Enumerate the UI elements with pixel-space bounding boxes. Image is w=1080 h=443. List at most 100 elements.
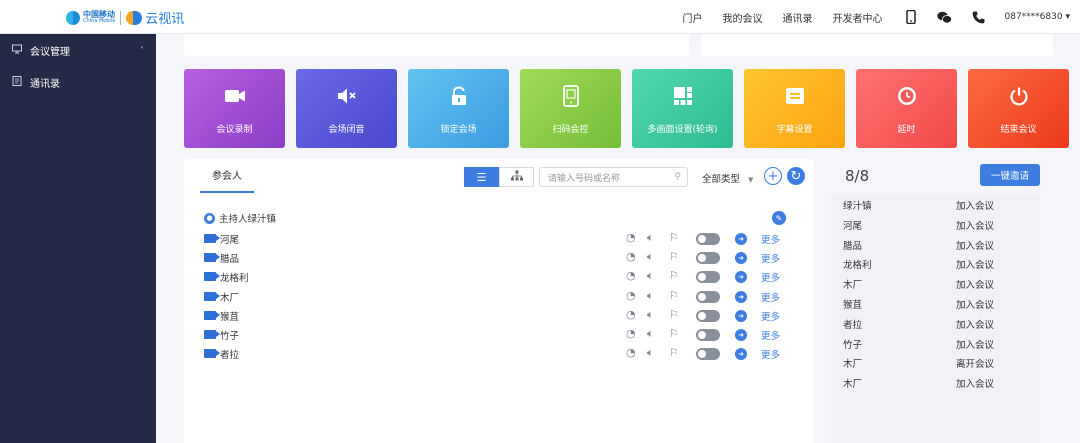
exit-icon[interactable]: ➜ bbox=[735, 328, 747, 341]
camera-icon bbox=[204, 253, 220, 263]
host-settings-icon[interactable]: ✎ bbox=[772, 211, 786, 225]
mic-toggle[interactable] bbox=[696, 271, 720, 284]
pin-icon[interactable]: ⚐ bbox=[669, 346, 679, 359]
camera-icon bbox=[204, 272, 220, 282]
mobile-icon[interactable] bbox=[903, 9, 919, 25]
participant-row: 河尾 ◔ 🔈︎ ⚐ ➜ 更多 bbox=[184, 230, 814, 249]
mic-toggle[interactable] bbox=[696, 233, 720, 245]
more-link[interactable]: 更多 bbox=[761, 309, 780, 323]
chevron-down-icon: ▾ bbox=[1065, 12, 1070, 22]
more-link[interactable]: 更多 bbox=[761, 290, 780, 304]
exit-icon[interactable]: ➜ bbox=[735, 290, 747, 303]
pin-icon[interactable]: ⚐ bbox=[669, 308, 679, 321]
speaker-icon[interactable]: 🔈︎ bbox=[647, 308, 654, 322]
toggle-knob bbox=[698, 254, 706, 263]
more-link[interactable]: 更多 bbox=[761, 328, 780, 342]
tile-multi-screen[interactable]: 多画面设置(轮询) bbox=[632, 69, 733, 148]
speaker-icon[interactable]: 🔈︎ bbox=[647, 346, 654, 360]
tile-label: 会议录制 bbox=[216, 125, 253, 135]
yunshixun-icon bbox=[126, 10, 143, 25]
mic-toggle[interactable] bbox=[696, 328, 720, 341]
video-toggle-icon[interactable]: ◔ bbox=[626, 269, 636, 282]
speaker-icon[interactable]: 🔈︎ bbox=[647, 289, 654, 303]
search-input[interactable]: 请输入号码或名称 ⚲ bbox=[539, 167, 688, 187]
phone-icon[interactable] bbox=[971, 9, 987, 25]
tile-subtitle[interactable]: 字幕设置 bbox=[744, 69, 845, 148]
more-link[interactable]: 更多 bbox=[761, 347, 780, 361]
video-toggle-icon[interactable]: ◔ bbox=[626, 289, 636, 302]
list-view-button[interactable]: ☰ bbox=[464, 167, 499, 187]
status-name: 猴苴 bbox=[843, 299, 863, 311]
tree-view-button[interactable] bbox=[499, 167, 534, 187]
status-text: 加入会议 bbox=[956, 319, 995, 331]
refresh-button[interactable]: ↻ bbox=[787, 167, 805, 185]
sidebar-item-label: 通讯录 bbox=[30, 78, 60, 90]
tile-end-meeting[interactable]: 结束会议 bbox=[968, 69, 1069, 148]
wechat-icon[interactable] bbox=[937, 9, 953, 25]
speaker-icon[interactable]: 🔈︎ bbox=[647, 327, 654, 341]
nav-developer-center[interactable]: 开发者中心 bbox=[833, 10, 883, 25]
status-text: 离开会议 bbox=[956, 359, 995, 371]
speaker-icon[interactable]: 🔈︎ bbox=[647, 231, 654, 245]
tile-record[interactable]: 会议录制 bbox=[184, 69, 285, 148]
subtitle-icon bbox=[784, 86, 806, 106]
speaker-icon[interactable]: 🔈︎ bbox=[647, 250, 654, 264]
exit-icon[interactable]: ➜ bbox=[735, 252, 747, 265]
sidebar-item-conference-management[interactable]: 会议管理 ˅ bbox=[0, 34, 156, 66]
tile-mute-all[interactable]: 会场闭音 bbox=[296, 69, 397, 148]
tab-participants[interactable]: 参会人 bbox=[200, 169, 254, 193]
video-toggle-icon[interactable]: ◔ bbox=[626, 346, 636, 359]
pin-icon[interactable]: ⚐ bbox=[669, 231, 679, 244]
video-toggle-icon[interactable]: ◔ bbox=[626, 250, 636, 263]
chevron-down-icon: ▼ bbox=[748, 176, 754, 184]
mic-toggle[interactable] bbox=[696, 309, 720, 322]
type-filter-select[interactable]: 全部类型 ▼ bbox=[702, 171, 753, 185]
participants-panel: 参会人 ☰ 请输入号码或名称 ⚲ 全部类型 ▼ + ↻ ● 主持人绿汁镇 ✎ 河尾… bbox=[184, 159, 814, 443]
speaker-icon[interactable]: 🔈︎ bbox=[647, 269, 654, 283]
exit-icon[interactable]: ➜ bbox=[735, 271, 747, 284]
more-link[interactable]: 更多 bbox=[761, 251, 780, 265]
status-name: 者拉 bbox=[843, 319, 863, 331]
nav-portal[interactable]: 门户 bbox=[683, 10, 703, 25]
participant-count: 8/8 bbox=[845, 167, 870, 185]
toggle-knob bbox=[698, 235, 706, 243]
multi-screen-icon bbox=[672, 86, 694, 106]
tile-label: 延时 bbox=[897, 125, 916, 135]
pin-icon[interactable]: ⚐ bbox=[669, 269, 679, 282]
mic-toggle[interactable] bbox=[696, 348, 720, 361]
exit-icon[interactable]: ➜ bbox=[735, 309, 747, 322]
status-name: 木厂 bbox=[843, 280, 863, 292]
mic-toggle[interactable] bbox=[696, 252, 720, 265]
more-link[interactable]: 更多 bbox=[761, 232, 780, 246]
video-toggle-icon[interactable]: ◔ bbox=[626, 308, 636, 321]
invite-all-button[interactable]: 一键邀请 bbox=[980, 164, 1040, 186]
video-toggle-icon[interactable]: ◔ bbox=[626, 327, 636, 340]
app-logo[interactable]: 中国移动 China Mobile 云视讯 bbox=[66, 8, 184, 27]
tile-delay[interactable]: 延时 bbox=[856, 69, 957, 148]
exit-icon[interactable]: ➜ bbox=[735, 348, 747, 361]
user-account-menu[interactable]: 087****6830 ▾ bbox=[1005, 12, 1071, 22]
camera-icon bbox=[204, 234, 220, 243]
status-name: 木厂 bbox=[843, 359, 863, 371]
sidebar-item-label: 会议管理 bbox=[30, 46, 70, 58]
add-participant-button[interactable]: + bbox=[764, 167, 782, 185]
top-bar: 中国移动 China Mobile 云视讯 门户 我的会议 通讯录 开发者中心 … bbox=[0, 0, 1080, 34]
nav-contacts[interactable]: 通讯录 bbox=[783, 10, 813, 25]
contacts-icon bbox=[12, 75, 24, 89]
pin-icon[interactable]: ⚐ bbox=[669, 250, 679, 263]
mic-toggle[interactable] bbox=[696, 290, 720, 303]
tile-label: 字幕设置 bbox=[776, 125, 813, 135]
tile-scan-control[interactable]: 扫码会控 bbox=[520, 69, 621, 148]
clock-icon bbox=[896, 86, 918, 106]
more-link[interactable]: 更多 bbox=[761, 270, 780, 284]
exit-icon[interactable]: ➜ bbox=[735, 233, 747, 245]
pin-icon[interactable]: ⚐ bbox=[669, 289, 679, 302]
video-toggle-icon[interactable]: ◔ bbox=[626, 231, 636, 244]
lock-icon bbox=[448, 86, 470, 106]
participant-row: 腊品 ◔ 🔈︎ ⚐ ➜ 更多 bbox=[184, 249, 814, 268]
pin-icon[interactable]: ⚐ bbox=[669, 327, 679, 340]
conference-icon bbox=[12, 44, 24, 57]
nav-my-meetings[interactable]: 我的会议 bbox=[723, 10, 763, 25]
tile-lock-venue[interactable]: 锁定会场 bbox=[408, 69, 509, 148]
sidebar-item-contacts[interactable]: 通讯录 bbox=[0, 66, 156, 98]
